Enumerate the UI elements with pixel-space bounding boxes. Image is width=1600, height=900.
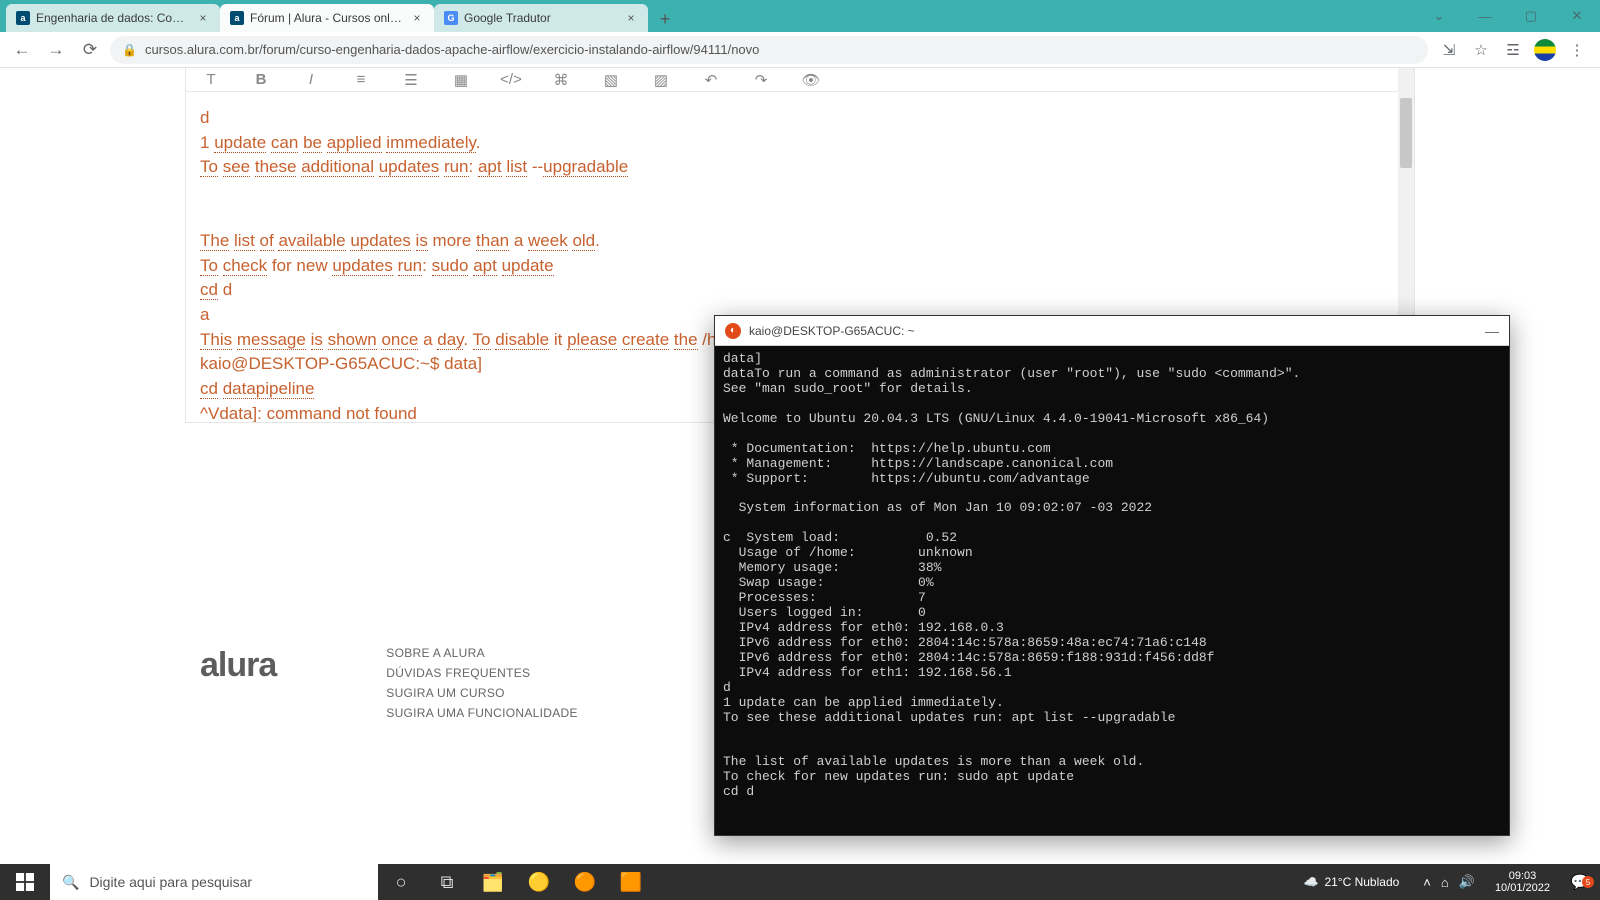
close-tab-icon[interactable]: × (410, 11, 424, 25)
search-placeholder: Digite aqui para pesquisar (89, 874, 252, 890)
search-icon: 🔍 (62, 874, 79, 891)
task-view-icon[interactable]: ⧉ (424, 864, 470, 900)
tray-onedrive-icon[interactable]: ⌂ (1441, 875, 1449, 890)
window-close-button[interactable]: ✕ (1554, 0, 1600, 32)
close-tab-icon[interactable]: × (196, 11, 210, 25)
start-button[interactable] (0, 864, 50, 900)
terminal-titlebar[interactable]: ◐ kaio@DESKTOP-G65ACUC: ~ — (715, 316, 1509, 346)
lock-icon: 🔒 (122, 43, 137, 57)
clock-date: 10/01/2022 (1495, 882, 1550, 894)
terminal-title: kaio@DESKTOP-G65ACUC: ~ (749, 324, 915, 338)
windows-taskbar: 🔍 Digite aqui para pesquisar ○ ⧉ 🗂️ 🟡 🟠 … (0, 864, 1600, 900)
footer-link[interactable]: SUGIRA UM CURSO (386, 686, 578, 700)
chrome-menu-icon[interactable]: ⋮ (1562, 36, 1592, 64)
tray-volume-icon[interactable]: 🔊 (1459, 874, 1475, 890)
notification-badge: 5 (1582, 876, 1594, 888)
action-center-icon[interactable]: 💬5 (1560, 873, 1600, 891)
system-tray: ˄ ⌂ 🔊 (1413, 874, 1485, 890)
url-text: cursos.alura.com.br/forum/curso-engenhar… (145, 42, 759, 57)
browser-titlebar: a Engenharia de dados: Conhecen… × a Fór… (0, 0, 1600, 32)
text-style-icon[interactable]: T (200, 71, 222, 88)
reading-list-icon[interactable]: ☲ (1498, 36, 1528, 64)
tab-label: Fórum | Alura - Cursos online de (250, 11, 404, 25)
image-icon[interactable]: ▧ (600, 71, 622, 89)
footer-links: SOBRE A ALURA DÚVIDAS FREQUENTES SUGIRA … (386, 646, 578, 836)
alura-favicon-icon: a (230, 11, 244, 25)
chrome-icon[interactable]: 🟡 (516, 864, 562, 900)
url-input[interactable]: 🔒 cursos.alura.com.br/forum/curso-engenh… (110, 36, 1428, 64)
nav-forward-button[interactable]: → (42, 36, 70, 64)
tab-label: Google Tradutor (464, 11, 618, 25)
browser-address-bar: ← → ⟳ 🔒 cursos.alura.com.br/forum/curso-… (0, 32, 1600, 68)
browser-tab-active[interactable]: a Fórum | Alura - Cursos online de × (220, 4, 434, 32)
code-icon[interactable]: </> (500, 71, 522, 88)
terminal-minimize-button[interactable]: — (1485, 323, 1499, 339)
redo-icon[interactable]: ↷ (750, 71, 772, 89)
taskbar-clock[interactable]: 09:03 10/01/2022 (1485, 870, 1560, 894)
chrome-canary-icon[interactable]: 🟠 (562, 864, 608, 900)
weather-text: 21°C Nublado (1324, 875, 1399, 889)
window-restore-button[interactable]: ▢ (1508, 0, 1554, 32)
tab-label: Engenharia de dados: Conhecen… (36, 11, 190, 25)
scrollbar-thumb[interactable] (1400, 98, 1412, 168)
file-explorer-icon[interactable]: 🗂️ (470, 864, 516, 900)
close-tab-icon[interactable]: × (624, 11, 638, 25)
clock-time: 09:03 (1509, 870, 1537, 882)
terminal-body[interactable]: data] dataTo run a command as administra… (715, 346, 1509, 806)
weather-icon: ☁️ (1303, 875, 1318, 889)
ordered-list-icon[interactable]: ≡ (350, 71, 372, 88)
editor-toolbar: T B I ≡ ☰ ▦ </> ⌘ ▧ ▨ ↶ ↷ 👁 (186, 68, 1414, 92)
alura-logo: alura (200, 646, 276, 836)
new-tab-button[interactable]: + (652, 6, 678, 32)
ubuntu-icon: ◐ (725, 323, 741, 339)
footer-link[interactable]: DÚVIDAS FREQUENTES (386, 666, 578, 680)
unordered-list-icon[interactable]: ☰ (400, 71, 422, 89)
terminal-window: ◐ kaio@DESKTOP-G65ACUC: ~ — data] dataTo… (714, 315, 1510, 836)
cortana-icon[interactable]: ○ (378, 864, 424, 900)
chart-icon[interactable]: ▨ (650, 71, 672, 89)
taskbar-pinned-apps: ○ ⧉ 🗂️ 🟡 🟠 🟧 (378, 864, 654, 900)
undo-icon[interactable]: ↶ (700, 71, 722, 89)
footer-link[interactable]: SOBRE A ALURA (386, 646, 578, 660)
nav-reload-button[interactable]: ⟳ (76, 36, 104, 64)
alura-favicon-icon: a (16, 11, 30, 25)
tray-chevron-up-icon[interactable]: ˄ (1423, 875, 1431, 890)
window-minimize-button[interactable]: — (1462, 0, 1508, 32)
google-translate-favicon-icon: G (444, 11, 458, 25)
tab-search-icon[interactable]: ⌄ (1416, 0, 1462, 32)
page-content: T B I ≡ ☰ ▦ </> ⌘ ▧ ▨ ↶ ↷ 👁 d 1 update c… (0, 68, 1600, 864)
preview-icon[interactable]: 👁 (800, 71, 822, 89)
taskbar-weather[interactable]: ☁️ 21°C Nublado (1289, 875, 1413, 889)
install-app-icon[interactable]: ⇲ (1434, 36, 1464, 64)
profile-avatar-icon[interactable] (1530, 36, 1560, 64)
table-icon[interactable]: ▦ (450, 71, 472, 89)
footer-link[interactable]: SUGIRA UMA FUNCIONALIDADE (386, 706, 578, 720)
browser-tab[interactable]: G Google Tradutor × (434, 4, 648, 32)
bold-icon[interactable]: B (250, 71, 272, 88)
ubuntu-icon[interactable]: 🟧 (608, 864, 654, 900)
italic-icon[interactable]: I (300, 71, 322, 88)
browser-tab[interactable]: a Engenharia de dados: Conhecen… × (6, 4, 220, 32)
nav-back-button[interactable]: ← (8, 36, 36, 64)
bookmark-star-icon[interactable]: ☆ (1466, 36, 1496, 64)
link-icon[interactable]: ⌘ (550, 71, 572, 89)
taskbar-search-input[interactable]: 🔍 Digite aqui para pesquisar (50, 864, 378, 900)
